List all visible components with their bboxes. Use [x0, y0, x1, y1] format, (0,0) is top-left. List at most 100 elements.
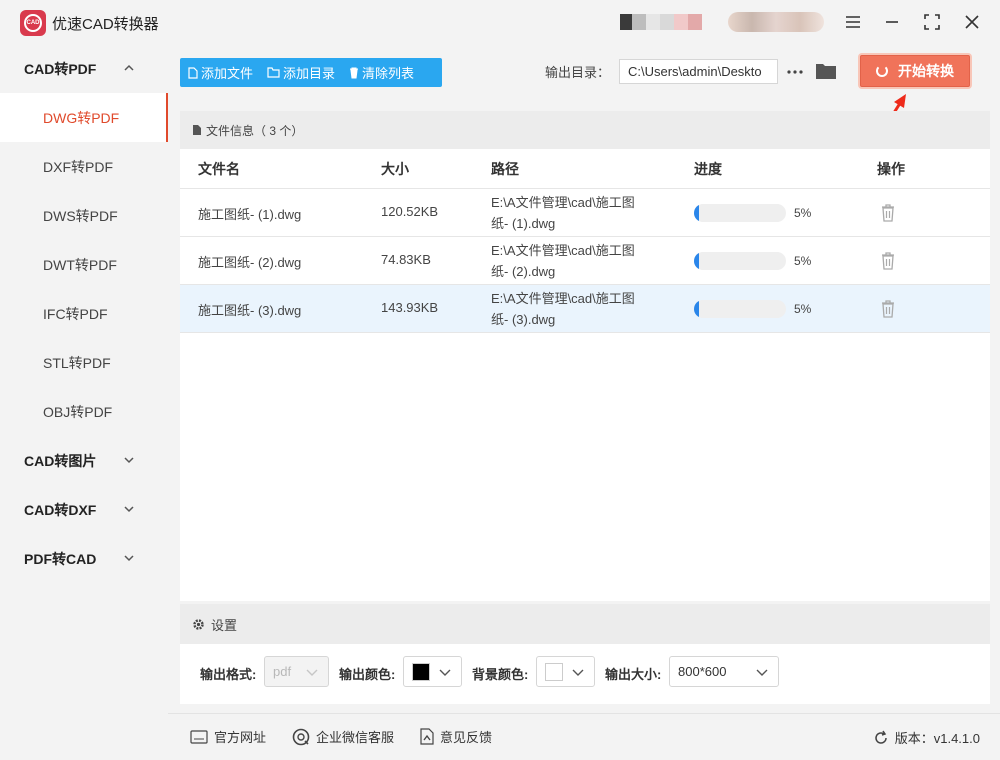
website-icon [190, 729, 208, 744]
clear-list-label: 清除列表 [362, 66, 415, 81]
file-path: E:\A文件管理\cad\施工图 纸- (2).dwg [491, 240, 635, 282]
file-size: 120.52KB [381, 204, 439, 219]
output-color-select[interactable] [403, 656, 462, 687]
output-dir-field[interactable]: C:\Users\admin\Deskto [619, 59, 778, 84]
nav-item-dws-to-pdf[interactable]: DWS转PDF [0, 191, 168, 240]
nav-item-dwg-to-pdf[interactable]: DWG转PDF [0, 93, 168, 142]
file-name: 施工图纸- (1).dwg [198, 207, 302, 222]
version-info: 版本：v1.4.1.0 [873, 728, 980, 747]
table-row[interactable]: 施工图纸- (3).dwg 143.93KB E:\A文件管理\cad\施工图纸… [180, 285, 990, 333]
add-file-button[interactable]: 添加文件 [180, 58, 259, 87]
document-icon [193, 125, 201, 135]
progress-text: 5% [794, 254, 812, 268]
chevron-down-icon [756, 669, 768, 676]
maximize-icon[interactable] [920, 10, 944, 34]
settings-header: 设置 [180, 604, 990, 644]
close-icon[interactable] [960, 10, 984, 34]
delete-icon[interactable] [880, 203, 896, 223]
app-title: 优速CAD转换器 [52, 16, 159, 33]
trash-icon [350, 66, 359, 79]
nav-group-label: CAD转PDF [24, 60, 97, 77]
chat-icon [292, 728, 310, 745]
user-name[interactable] [728, 12, 824, 32]
add-folder-label: 添加目录 [283, 66, 336, 81]
nav-group-pdf-to-cad[interactable]: PDF转CAD [0, 534, 168, 583]
col-action: 操作 [877, 160, 905, 177]
file-path: E:\A文件管理\cad\施工图 纸- (3).dwg [491, 288, 635, 330]
output-dir-label: 输出目录： [545, 65, 611, 80]
output-size-value: 800*600 [678, 664, 727, 679]
table-row[interactable]: 施工图纸- (1).dwg 120.52KB E:\A文件管理\cad\施工图纸… [180, 189, 990, 237]
refresh-icon [875, 730, 887, 744]
nav-item-obj-to-pdf[interactable]: OBJ转PDF [0, 387, 168, 436]
add-file-label: 添加文件 [201, 66, 254, 81]
progress-fill [694, 252, 699, 270]
more-icon[interactable] [786, 60, 804, 84]
file-size: 143.93KB [381, 300, 439, 315]
format-select[interactable]: pdf [264, 656, 329, 687]
user-avatar[interactable] [620, 10, 704, 34]
minimize-icon[interactable] [880, 10, 904, 34]
website-label: 官方网址 [214, 730, 267, 745]
folder-icon[interactable] [815, 60, 837, 82]
nav-item-stl-to-pdf[interactable]: STL转PDF [0, 338, 168, 387]
progress-bar [694, 204, 786, 222]
delete-icon[interactable] [880, 251, 896, 271]
settings-title: 设置 [211, 617, 238, 633]
bg-color-select[interactable] [536, 656, 595, 687]
file-name: 施工图纸- (2).dwg [198, 255, 302, 270]
footer: 官方网址 企业微信客服 意见反馈 版本：v1.4.1.0 [168, 713, 1000, 760]
progress-fill [694, 300, 699, 318]
feedback-icon [420, 728, 434, 745]
chevron-down-icon [572, 669, 584, 676]
chevron-down-icon [124, 457, 134, 464]
bg-color-swatch [545, 663, 563, 681]
add-folder-button[interactable]: 添加目录 [259, 58, 341, 87]
nav-item-ifc-to-pdf[interactable]: IFC转PDF [0, 289, 168, 338]
nav-item-dwt-to-pdf[interactable]: DWT转PDF [0, 240, 168, 289]
app-logo-text: CAD [24, 14, 42, 32]
nav-group-cad-to-image[interactable]: CAD转图片 [0, 436, 168, 485]
delete-icon[interactable] [880, 299, 896, 319]
chevron-down-icon [124, 506, 134, 513]
file-name: 施工图纸- (3).dwg [198, 303, 302, 318]
progress-text: 5% [794, 302, 812, 316]
title-bar: CAD 优速CAD转换器 [0, 0, 1000, 44]
menu-icon[interactable] [841, 10, 865, 34]
feedback-label: 意见反馈 [440, 730, 493, 745]
col-progress: 进度 [694, 160, 722, 177]
file-info-header: 文件信息（ 3 个） [180, 111, 990, 149]
file-path-line1: E:\A文件管理\cad\施工图 [491, 291, 635, 306]
progress-text: 5% [794, 206, 812, 220]
file-toolbar: 添加文件 添加目录 清除列表 [180, 58, 442, 87]
version-label: 版本：v1.4.1.0 [894, 731, 980, 746]
progress-fill [694, 204, 699, 222]
file-info-title: 文件信息（ 3 个） [206, 123, 304, 138]
chevron-down-icon [439, 669, 451, 676]
feedback-link[interactable]: 意见反馈 [420, 727, 492, 746]
output-size-select[interactable]: 800*600 [669, 656, 779, 687]
col-path: 路径 [491, 160, 519, 177]
settings-panel: 输出格式: pdf 输出颜色: 背景颜色: 输出大小: 800*600 [180, 644, 990, 704]
file-path-line2: 纸- (1).dwg [491, 216, 556, 231]
wechat-support-link[interactable]: 企业微信客服 [292, 727, 394, 746]
table-header: 文件名 大小 路径 进度 操作 [180, 149, 990, 189]
wechat-support-label: 企业微信客服 [316, 730, 395, 745]
website-link[interactable]: 官方网址 [190, 727, 266, 746]
format-value: pdf [273, 664, 292, 679]
folder-outline-icon [267, 67, 280, 78]
format-label: 输出格式: [200, 667, 257, 682]
nav-group-cad-to-pdf[interactable]: CAD转PDF [0, 44, 168, 93]
file-path: E:\A文件管理\cad\施工图 纸- (1).dwg [491, 192, 635, 234]
nav-group-label: CAD转图片 [24, 452, 97, 469]
chevron-down-icon [124, 555, 134, 562]
nav-item-dxf-to-pdf[interactable]: DXF转PDF [0, 142, 168, 191]
nav-group-cad-to-dxf[interactable]: CAD转DXF [0, 485, 168, 534]
file-size: 74.83KB [381, 252, 431, 267]
output-color-label: 输出颜色: [339, 667, 396, 682]
file-path-line1: E:\A文件管理\cad\施工图 [491, 195, 635, 210]
start-convert-button[interactable]: 开始转换 [860, 55, 970, 87]
table-row[interactable]: 施工图纸- (2).dwg 74.83KB E:\A文件管理\cad\施工图 纸-… [180, 237, 990, 285]
clear-list-button[interactable]: 清除列表 [341, 58, 420, 87]
chevron-up-icon [124, 64, 134, 71]
